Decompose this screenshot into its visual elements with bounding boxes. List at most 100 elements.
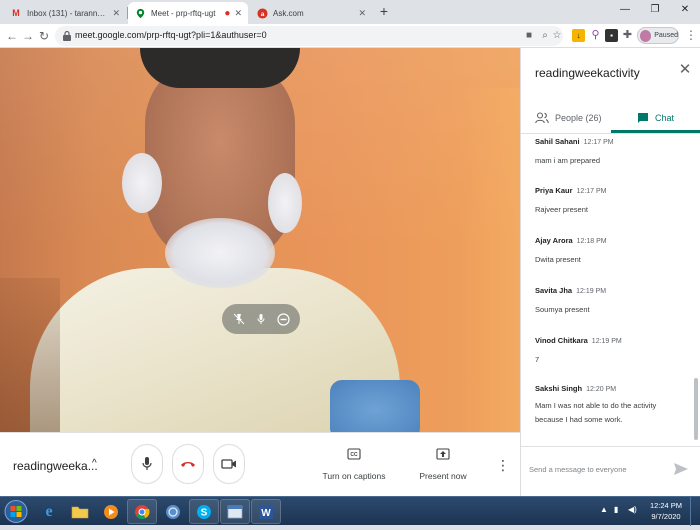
send-icon[interactable]: [673, 461, 689, 477]
chat-message: Sahil Sahani 12:17 PM mam i am prepared: [535, 137, 685, 168]
taskbar-app[interactable]: [220, 499, 250, 524]
network-icon[interactable]: ▮: [614, 505, 618, 514]
start-button[interactable]: [2, 498, 30, 525]
star-icon[interactable]: ☆: [551, 30, 563, 42]
volume-icon[interactable]: ◀): [628, 505, 637, 514]
video-camera-icon: [221, 459, 236, 469]
taskbar-globe[interactable]: [158, 499, 188, 524]
taskbar-skype[interactable]: S: [189, 499, 219, 524]
chat-scrollbar[interactable]: [694, 378, 698, 440]
show-desktop-button[interactable]: [690, 497, 700, 526]
svg-text:a: a: [260, 10, 264, 17]
extensions-puzzle-icon[interactable]: ✚: [621, 29, 634, 42]
url-text: meet.google.com/prp-rftq-ugt?pli=1&authu…: [75, 30, 267, 40]
taskbar-ie[interactable]: e: [34, 499, 64, 524]
message-text: Mam I was not able to do the activity be…: [535, 401, 657, 424]
video-cotton-left: [122, 153, 162, 213]
message-time: 12:19 PM: [576, 288, 607, 295]
taskbar-explorer[interactable]: [65, 499, 95, 524]
profile-label: Paused: [654, 32, 678, 39]
address-bar[interactable]: meet.google.com/prp-rftq-ugt?pli=1&authu…: [55, 26, 563, 46]
participant-video: [0, 48, 520, 432]
close-icon[interactable]: ✕: [234, 8, 242, 19]
globe-icon: [166, 504, 180, 519]
camera-button[interactable]: [213, 444, 245, 484]
taskbar-chrome[interactable]: [127, 499, 157, 524]
closed-captions-icon: CC: [347, 448, 361, 460]
close-icon[interactable]: ✕: [677, 62, 693, 78]
remove-participant-icon[interactable]: [275, 311, 291, 327]
svg-text:S: S: [201, 507, 208, 518]
pin-off-icon[interactable]: [231, 311, 247, 327]
close-icon[interactable]: ✕: [358, 8, 366, 19]
message-time: 12:18 PM: [576, 238, 607, 245]
panel-title: readingweekactivity: [535, 66, 640, 80]
minimize-button[interactable]: —: [610, 0, 640, 20]
message-time: 12:17 PM: [583, 139, 614, 146]
browser-menu-icon[interactable]: ⋮: [685, 28, 697, 42]
windows-logo-icon: [4, 500, 28, 523]
video-blue-object: [330, 380, 420, 432]
tab-meet[interactable]: Meet - prp-rftq-ugt ● ✕: [128, 2, 248, 24]
reload-button[interactable]: ↻: [36, 28, 52, 44]
present-label: Present now: [419, 471, 467, 481]
microphone-icon: [142, 457, 152, 470]
zoom-icon[interactable]: ⌕: [539, 30, 551, 42]
internet-explorer-icon: e: [45, 502, 53, 520]
restore-button[interactable]: ❐: [640, 0, 670, 20]
profile-button[interactable]: Paused: [637, 27, 679, 44]
captions-button[interactable]: CC Turn on captions: [309, 447, 399, 481]
avatar: [640, 29, 652, 42]
extension-search-icon[interactable]: ⚲: [589, 29, 602, 42]
close-icon[interactable]: ✕: [112, 8, 120, 19]
leave-call-button[interactable]: [172, 444, 204, 484]
chat-message-input[interactable]: [529, 459, 669, 479]
chrome-icon: [135, 504, 150, 519]
svg-text:CC: CC: [350, 452, 358, 458]
video-shadow: [0, 278, 60, 432]
people-icon: [535, 112, 549, 124]
chat-message-list[interactable]: Sahil Sahani 12:17 PM mam i am prepared P…: [521, 134, 700, 444]
mute-participant-icon[interactable]: [253, 311, 269, 327]
tile-controls: [222, 304, 300, 334]
chat-message: Priya Kaur 12:17 PM Rajveer present: [535, 186, 685, 217]
clock-time: 12:24 PM: [649, 501, 683, 510]
chevron-up-icon[interactable]: ^: [92, 458, 97, 469]
tab-gmail[interactable]: M Inbox (131) - tarannum@theind ✕: [4, 2, 126, 24]
tab-ask[interactable]: a Ask.com ✕: [250, 2, 372, 24]
tray-arrow-icon[interactable]: ▲: [600, 505, 608, 514]
present-now-button[interactable]: Present now: [398, 447, 488, 481]
microphone-button[interactable]: [131, 444, 163, 484]
taskbar-word[interactable]: W: [251, 499, 281, 524]
chat-message: Sakshi Singh 12:20 PM Mam I was not able …: [535, 384, 685, 427]
hang-up-icon: [181, 462, 195, 467]
message-time: 12:20 PM: [586, 386, 617, 393]
chat-message: Vinod Chitkara 12:19 PM 7: [535, 336, 685, 367]
close-window-button[interactable]: ✕: [670, 0, 700, 20]
chat-message: Savita Jha 12:19 PM Soumya present: [535, 286, 685, 317]
word-icon: W: [259, 504, 273, 519]
forward-button[interactable]: →: [20, 28, 36, 44]
back-button[interactable]: ←: [4, 28, 20, 44]
message-sender: Ajay Arora: [535, 236, 573, 245]
meeting-details-name[interactable]: readingweeka...: [13, 459, 98, 473]
new-tab-button[interactable]: +: [376, 4, 392, 20]
taskbar-clock[interactable]: 12:24 PM 9/7/2020: [646, 500, 686, 522]
message-sender: Vinod Chitkara: [535, 336, 588, 345]
lock-icon: [63, 30, 71, 41]
camera-icon[interactable]: ■: [523, 30, 535, 42]
media-player-icon: [104, 504, 118, 519]
extension-download-icon[interactable]: ↓: [572, 29, 585, 42]
video-door: [460, 88, 520, 432]
ask-icon: a: [256, 7, 268, 19]
side-panel: readingweekactivity ✕ People (26) Chat S…: [520, 48, 700, 496]
more-options-icon[interactable]: ⋮: [496, 457, 510, 473]
chat-tab-label: Chat: [655, 113, 675, 123]
skype-icon: S: [197, 504, 211, 519]
message-sender: Savita Jha: [535, 286, 573, 295]
tab-chat[interactable]: Chat: [637, 104, 674, 132]
tab-title: Ask.com: [273, 8, 304, 18]
tab-people[interactable]: People (26): [535, 104, 602, 132]
extension-terminal-icon[interactable]: ▪: [605, 29, 618, 42]
taskbar-media[interactable]: [96, 499, 126, 524]
